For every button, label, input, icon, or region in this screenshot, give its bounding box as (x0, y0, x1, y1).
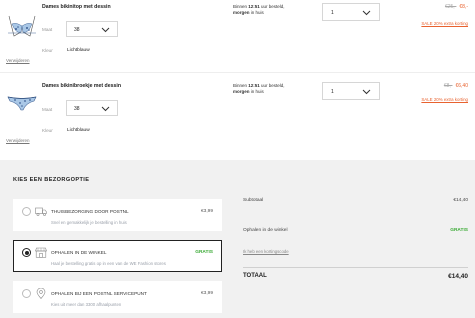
delivery-info: Binnen 12:51 uur besteld, morgen in huis (233, 4, 285, 15)
product-name[interactable]: Dames bikinitop met dessin (42, 4, 111, 10)
delivery-option-postnl-servicepoint[interactable]: OPHALEN BIJ EEN POSTNL SERVICEPUNT Kies … (13, 281, 222, 313)
product-image-bikinitop[interactable] (6, 12, 38, 42)
sale-badge[interactable]: SALE 20% extra korting (421, 97, 468, 102)
radio-button[interactable] (22, 207, 31, 216)
delivery-info: Binnen 12:51 uur besteld, morgen in huis (233, 83, 285, 94)
size-select[interactable]: 38 (66, 100, 118, 116)
option-price: €3,99 (200, 291, 213, 296)
quantity-select[interactable]: 1 (322, 3, 380, 21)
quantity-select[interactable]: 1 (322, 82, 380, 100)
size-value: 38 (74, 27, 80, 33)
chevron-down-icon (362, 10, 371, 16)
delivery-option-store-pickup[interactable]: OPHALEN IN DE WINKEL Haal je bestelling … (13, 240, 222, 272)
old-price: €25,- (444, 4, 457, 10)
color-value: Lichtblauw (67, 128, 90, 133)
option-price: €3,99 (200, 209, 213, 214)
option-title: OPHALEN BIJ EEN POSTNL SERVICEPUNT (51, 291, 147, 296)
chevron-down-icon (362, 89, 371, 95)
option-description: Haal je bestelling gratis op in een van … (51, 261, 166, 266)
item-price: €8,- €6,40 (444, 83, 468, 89)
truck-icon (35, 207, 47, 216)
cart-item: Verwijderen Dames bikinitop met dessin M… (0, 0, 475, 72)
subtotal-value: €14,40 (453, 198, 468, 203)
cart-item: Verwijderen Dames bikinibroekje met dess… (0, 78, 475, 154)
remove-link[interactable]: Verwijderen (6, 138, 30, 143)
color-value: Lichtblauw (67, 48, 90, 53)
option-title: OPHALEN IN DE WINKEL (51, 250, 107, 255)
pickup-row: Ophalen in de winkel GRATIS (243, 228, 468, 233)
chevron-down-icon (101, 106, 110, 112)
pickup-label: Ophalen in de winkel (243, 228, 288, 233)
item-price: €25,- €8,- (445, 4, 468, 10)
total-row: TOTAAL €14,40 (243, 273, 468, 280)
product-name[interactable]: Dames bikinibroekje met dessin (42, 83, 121, 89)
product-image-bikinibroekje[interactable] (6, 88, 38, 118)
color-label: Kleur (42, 128, 53, 133)
total-label: TOTAAL (243, 273, 267, 279)
delivery-option-postnl-home[interactable]: THUISBEZORGING DOOR POSTNL Snel en gemak… (13, 199, 222, 231)
size-label: Maat (42, 107, 53, 112)
pickup-value: GRATIS (450, 228, 468, 233)
option-description: Kies uit meer dan 3300 afhaalpunten (51, 302, 122, 307)
size-label: Maat (42, 27, 53, 32)
size-value: 38 (74, 106, 80, 112)
color-label: Kleur (42, 48, 53, 53)
size-select[interactable]: 38 (66, 21, 118, 37)
map-pin-icon (36, 288, 46, 299)
total-value: €14,40 (448, 273, 468, 280)
store-icon (35, 247, 47, 258)
subtotal-label: Subtotaal (243, 198, 264, 203)
option-price: GRATIS (195, 250, 213, 255)
quantity-value: 1 (331, 89, 334, 95)
cart-page: Verwijderen Dames bikinitop met dessin M… (0, 0, 475, 318)
divider (0, 72, 475, 73)
remove-link[interactable]: Verwijderen (6, 58, 30, 63)
sale-badge[interactable]: SALE 20% extra korting (421, 21, 468, 26)
new-price: €8,- (459, 4, 468, 10)
radio-button-selected[interactable] (22, 248, 31, 257)
new-price: €6,40 (455, 83, 468, 89)
option-description: Snel en gemakkelijk je bestelling in hui… (51, 220, 127, 225)
quantity-value: 1 (331, 10, 334, 16)
chevron-down-icon (101, 27, 110, 33)
option-title: THUISBEZORGING DOOR POSTNL (51, 209, 129, 214)
radio-button[interactable] (22, 289, 31, 298)
delivery-options-title: KIES EEN BEZORGOPTIE (13, 177, 90, 183)
promo-code-link[interactable]: Ik heb een kortingscode (243, 249, 289, 254)
old-price: €8,- (443, 83, 453, 89)
summary-divider (243, 267, 468, 268)
subtotal-row: Subtotaal €14,40 (243, 198, 468, 203)
